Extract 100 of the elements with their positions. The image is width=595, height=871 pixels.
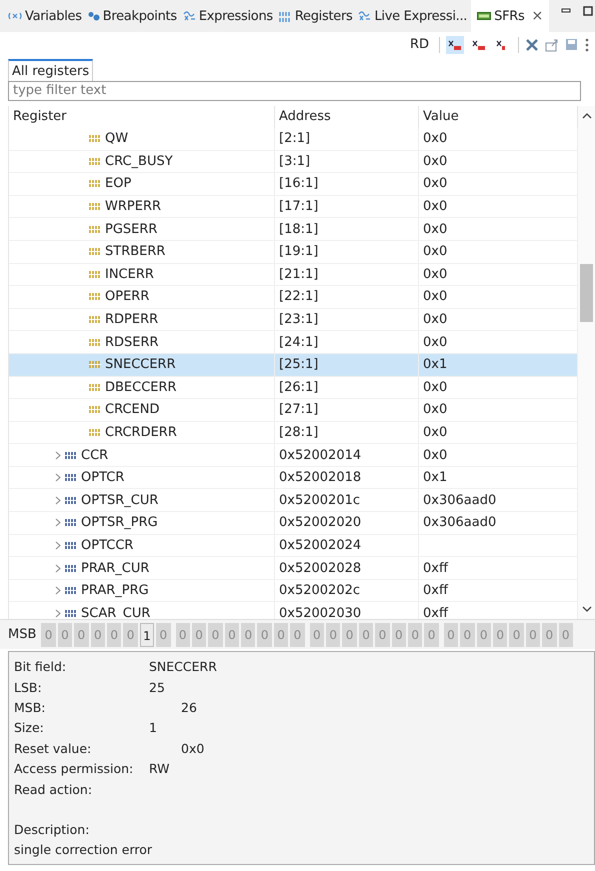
register-row[interactable]: INCERR [21:1] 0x0 — [9, 264, 578, 286]
bitfield-icon — [89, 338, 101, 346]
register-row[interactable]: OPERR [22:1] 0x0 — [9, 286, 578, 309]
value-cell: 0x0 — [423, 154, 448, 169]
register-row[interactable]: OPTSR_PRG 0x52002020 0x306aad0 — [9, 512, 578, 535]
value-cell: 0x0 — [423, 131, 448, 146]
register-row[interactable]: SNECCERR [25:1] 0x1 — [9, 354, 578, 376]
view-tab[interactable]: Variables — [6, 0, 86, 32]
address-cell: [16:1] — [275, 173, 419, 195]
register-name: DBECCERR — [105, 380, 177, 395]
register-name: WRPERR — [105, 199, 162, 214]
register-row[interactable]: PGSERR [18:1] 0x0 — [9, 218, 578, 241]
address-cell: 0x52002018 — [275, 466, 419, 488]
view-tab[interactable]: Expressions — [180, 0, 277, 32]
expand-icon[interactable] — [55, 496, 61, 505]
expand-icon[interactable] — [55, 473, 61, 482]
scrollbar[interactable] — [578, 106, 595, 619]
detail-label: Description: — [14, 822, 90, 837]
register-icon — [65, 564, 77, 572]
register-icon — [65, 610, 77, 617]
detail-label: LSB: — [14, 680, 43, 695]
address-cell: [3:1] — [275, 150, 419, 172]
register-row[interactable]: STRBERR [19:1] 0x0 — [9, 240, 578, 264]
column-header[interactable]: Address — [275, 106, 419, 128]
value-cell: 0x0 — [423, 380, 448, 395]
register-row[interactable]: CRC_BUSY [3:1] 0x0 — [9, 150, 578, 174]
register-name: PRAR_PRG — [81, 583, 149, 598]
detail-value: 25 — [149, 680, 165, 695]
number-base-icon — [448, 38, 462, 51]
register-row[interactable]: CRCEND [27:1] 0x0 — [9, 399, 578, 422]
register-row[interactable]: PRAR_CUR 0x52002028 0xff — [9, 557, 578, 580]
value-cell: 0xff — [423, 583, 448, 598]
value-cell: 0x0 — [423, 222, 448, 237]
view-tab[interactable]: Breakpoints — [86, 0, 181, 32]
view-tab[interactable]: Live Expressi... — [356, 0, 472, 32]
value-cell: 0xff — [423, 560, 448, 576]
value-cell: 0xff — [423, 606, 448, 619]
tools-icon[interactable] — [525, 38, 539, 52]
expand-icon[interactable] — [55, 518, 61, 528]
bitfield-icon — [89, 316, 101, 324]
register-row[interactable]: CCR 0x52002014 0x0 — [9, 444, 578, 467]
address-cell: 0x5200201c — [275, 489, 419, 512]
register-row[interactable]: EOP [16:1] 0x0 — [9, 173, 578, 196]
value-cell: 0x0 — [423, 199, 448, 214]
mode-label: RD — [410, 37, 429, 52]
address-cell: [25:1] — [275, 354, 419, 376]
address-cell: 0x5200202c — [275, 580, 419, 602]
address-cell: [23:1] — [275, 308, 419, 330]
address-cell: [26:1] — [275, 376, 419, 398]
bitfield-icon — [89, 180, 101, 188]
more-icon[interactable] — [585, 38, 589, 52]
save-icon[interactable] — [565, 38, 579, 52]
expand-icon[interactable] — [55, 450, 61, 460]
address-cell: [19:1] — [275, 240, 419, 263]
bitfield-icon — [89, 248, 101, 256]
register-row[interactable]: OPTCR 0x52002018 0x1 — [9, 466, 578, 490]
bitfield-icon — [89, 361, 101, 368]
value-cell: 0x0 — [423, 312, 448, 328]
maximize-icon[interactable] — [583, 6, 593, 16]
address-cell: [28:1] — [275, 422, 419, 444]
register-row[interactable]: DBECCERR [26:1] 0x0 — [9, 376, 578, 400]
expand-icon[interactable] — [55, 586, 61, 596]
address-cell: [27:1] — [275, 399, 419, 421]
expand-icon[interactable] — [55, 608, 61, 618]
close-button[interactable]: × — [531, 8, 543, 24]
value-cell: 0x0 — [423, 244, 448, 260]
address-cell: [21:1] — [275, 264, 419, 286]
register-row[interactable]: WRPERR [17:1] 0x0 — [9, 196, 578, 218]
chip-icon — [477, 12, 492, 20]
register-name: SCAR_CUR — [81, 606, 150, 619]
register-icon — [65, 474, 77, 482]
expand-icon[interactable] — [55, 564, 61, 573]
value-cell: 0x0 — [423, 424, 448, 440]
column-header[interactable]: Register — [9, 106, 275, 128]
bit-cell[interactable]: 1 — [140, 622, 154, 646]
export-icon[interactable] — [545, 38, 559, 52]
register-icon — [65, 542, 77, 549]
register-row[interactable]: QW [2:1] 0x0 — [9, 128, 578, 151]
view-tab[interactable]: Registers — [276, 0, 356, 32]
bitfield-icon — [89, 203, 101, 210]
bitfield-icon — [89, 158, 101, 165]
filter-field[interactable]: type filter text — [8, 80, 581, 101]
value-cell: 0x0 — [423, 402, 448, 418]
register-row[interactable]: CRCRDERR [28:1] 0x0 — [9, 422, 578, 444]
registers-tab[interactable]: All registers — [8, 58, 94, 81]
register-row[interactable]: PRAR_PRG 0x5200202c 0xff — [9, 580, 578, 602]
register-icon — [65, 496, 77, 504]
address-cell: 0x52002024 — [275, 534, 419, 556]
register-row[interactable]: OPTSR_CUR 0x5200201c 0x306aad0 — [9, 489, 578, 512]
register-name: OPTCR — [81, 470, 124, 486]
value-cell: 0x306aad0 — [423, 515, 496, 530]
view-tab[interactable]: SFRs × — [471, 0, 549, 32]
register-row[interactable]: OPTCCR 0x52002024 — [9, 534, 578, 558]
bitfield-icon — [89, 293, 101, 300]
dots-icon — [88, 11, 100, 21]
address-cell: 0x52002014 — [275, 444, 419, 466]
scroll-thumb[interactable] — [580, 264, 593, 322]
register-row[interactable]: RDPERR [23:1] 0x0 — [9, 308, 578, 332]
format-button[interactable] — [446, 36, 464, 54]
expand-icon[interactable] — [55, 540, 61, 550]
